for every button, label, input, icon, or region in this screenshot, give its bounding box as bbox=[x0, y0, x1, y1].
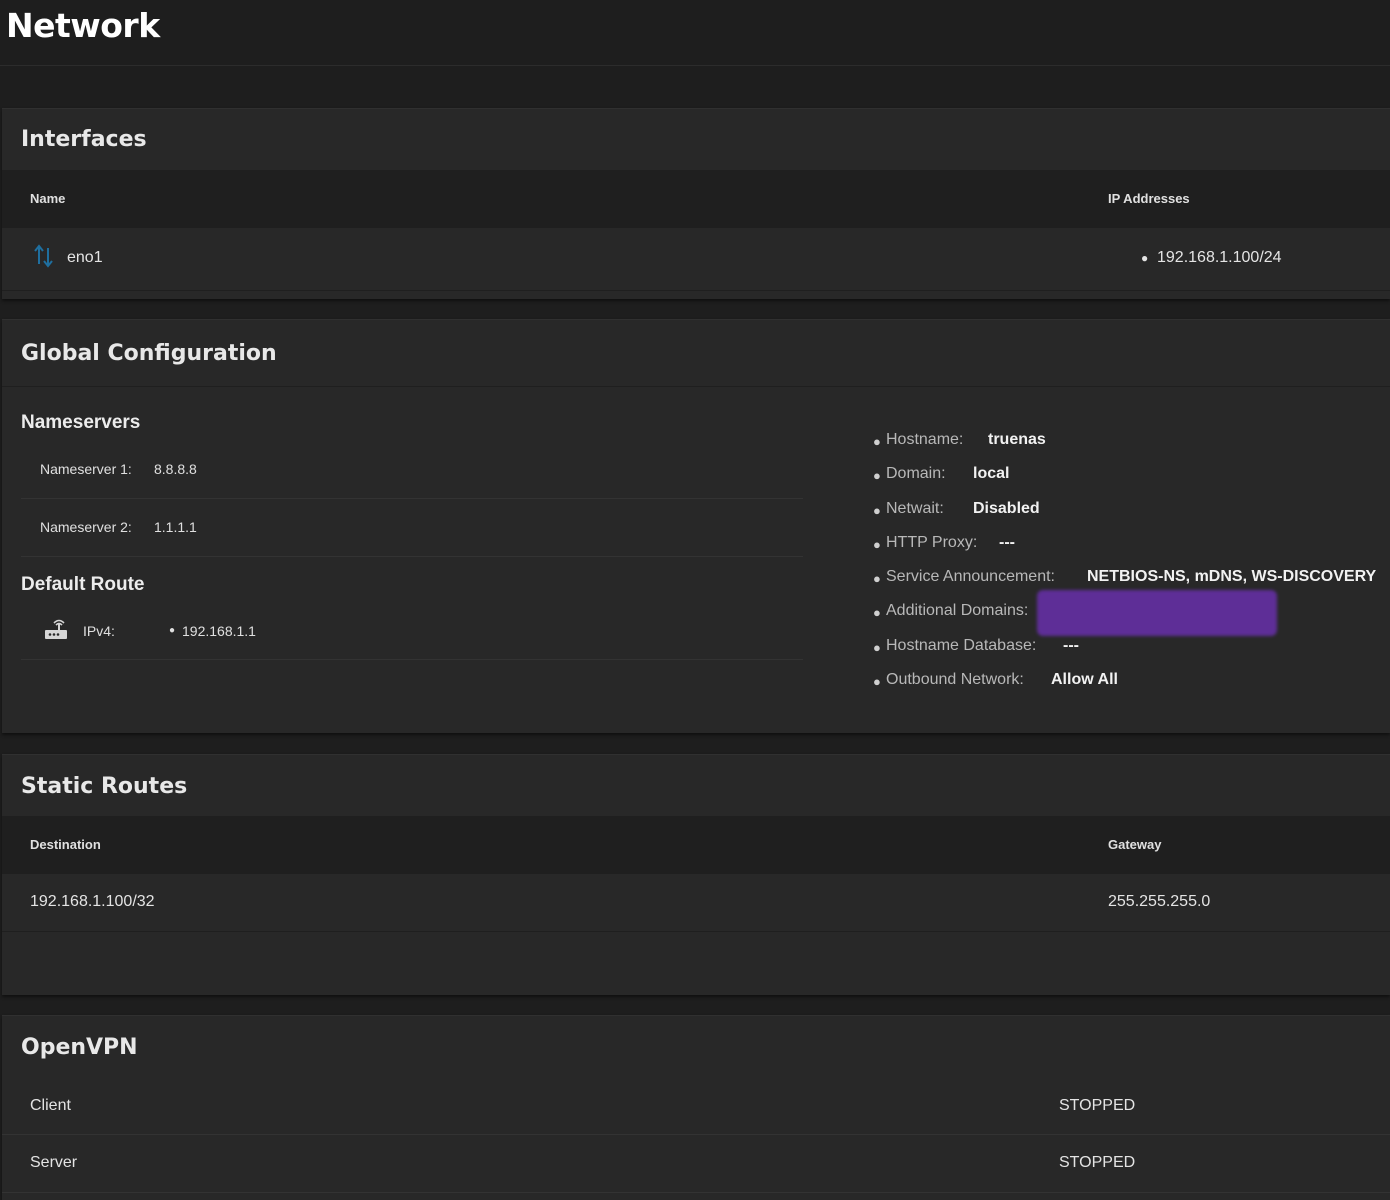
column-header-ip-addresses[interactable]: IP Addresses bbox=[1108, 191, 1190, 206]
info-key: Service Announcement: bbox=[886, 568, 1055, 586]
bullet: ● bbox=[873, 536, 881, 552]
global-configuration-card: Global Configuration Nameservers Nameser… bbox=[2, 319, 1390, 733]
info-key: Additional Domains: bbox=[886, 602, 1029, 620]
table-row[interactable]: 192.168.1.100/32 255.255.255.0 bbox=[2, 874, 1390, 932]
info-key: Hostname Database: bbox=[886, 636, 1037, 654]
route-destination: 192.168.1.100/32 bbox=[30, 893, 155, 910]
column-header-gateway[interactable]: Gateway bbox=[1108, 837, 1161, 852]
page-title: Network bbox=[6, 6, 160, 45]
info-value: --- bbox=[1063, 636, 1079, 654]
info-key: HTTP Proxy: bbox=[886, 533, 978, 551]
bullet: ● bbox=[873, 674, 881, 690]
list-item[interactable]: Client STOPPED bbox=[2, 1077, 1390, 1135]
static-routes-card: Static Routes Destination Gateway 192.16… bbox=[2, 754, 1390, 995]
info-value: Allow All bbox=[1051, 671, 1118, 689]
column-header-destination[interactable]: Destination bbox=[30, 837, 101, 852]
nameserver-label: Nameserver 2: bbox=[40, 519, 132, 535]
bullet: ● bbox=[873, 468, 881, 484]
bullet: ● bbox=[873, 502, 881, 518]
nameservers-title: Nameservers bbox=[21, 412, 141, 433]
openvpn-title: OpenVPN bbox=[21, 1035, 138, 1060]
nameserver-row: Nameserver 1: 8.8.8.8 bbox=[21, 441, 803, 499]
global-configuration-title: Global Configuration bbox=[21, 341, 277, 366]
info-value: NETBIOS-NS, mDNS, WS-DISCOVERY bbox=[1087, 568, 1377, 586]
nameserver-label: Nameserver 1: bbox=[40, 461, 132, 477]
info-value: local bbox=[973, 465, 1010, 483]
default-route-row: IPv4: ● 192.168.1.1 bbox=[21, 603, 803, 660]
nameserver-value: 1.1.1.1 bbox=[154, 519, 197, 535]
bullet: ● bbox=[873, 605, 881, 621]
route-gateway: 255.255.255.0 bbox=[1108, 893, 1211, 910]
vpn-service-name: Client bbox=[30, 1097, 71, 1114]
info-key: Netwait: bbox=[886, 499, 944, 517]
interfaces-table-header: Name IP Addresses bbox=[2, 170, 1390, 228]
redaction-mark bbox=[1037, 590, 1277, 636]
vpn-service-status: STOPPED bbox=[1059, 1097, 1136, 1114]
vpn-service-name: Server bbox=[30, 1154, 78, 1171]
bullet: ● bbox=[873, 571, 881, 587]
nameserver-value: 8.8.8.8 bbox=[154, 461, 197, 477]
bullet: ● bbox=[873, 434, 881, 449]
bullet: ● bbox=[873, 639, 881, 655]
nameserver-row: Nameserver 2: 1.1.1.1 bbox=[21, 499, 803, 557]
interfaces-card: Interfaces Name IP Addresses eno1 ● 192.… bbox=[2, 108, 1390, 299]
default-route-label: IPv4: bbox=[83, 623, 115, 639]
info-value: truenas bbox=[988, 431, 1046, 448]
up-down-arrows-icon bbox=[33, 242, 55, 275]
card-divider bbox=[2, 386, 1390, 387]
info-value: --- bbox=[999, 533, 1015, 551]
column-header-name[interactable]: Name bbox=[30, 191, 65, 206]
openvpn-card: OpenVPN Client STOPPED Server STOPPED bbox=[2, 1015, 1390, 1200]
info-key: Outbound Network: bbox=[886, 671, 1024, 689]
default-route-value: 192.168.1.1 bbox=[182, 623, 256, 639]
router-icon bbox=[43, 617, 69, 646]
default-route-bullet: ● bbox=[169, 625, 176, 636]
table-row[interactable]: eno1 ● 192.168.1.100/24 bbox=[2, 228, 1390, 291]
info-key: Hostname: bbox=[886, 431, 964, 448]
info-value: Disabled bbox=[973, 499, 1040, 517]
info-key: Domain: bbox=[886, 465, 946, 483]
default-route-title: Default Route bbox=[21, 574, 145, 595]
interfaces-title: Interfaces bbox=[21, 127, 147, 152]
static-routes-table-header: Destination Gateway bbox=[2, 816, 1390, 874]
static-routes-title: Static Routes bbox=[21, 774, 188, 799]
list-item[interactable]: Server STOPPED bbox=[2, 1135, 1390, 1193]
interface-name: eno1 bbox=[67, 249, 103, 266]
page-header: Network bbox=[0, 0, 1390, 66]
ip-bullet: ● bbox=[1141, 251, 1149, 265]
interface-ip: 192.168.1.100/24 bbox=[1157, 249, 1282, 266]
vpn-service-status: STOPPED bbox=[1059, 1154, 1136, 1171]
